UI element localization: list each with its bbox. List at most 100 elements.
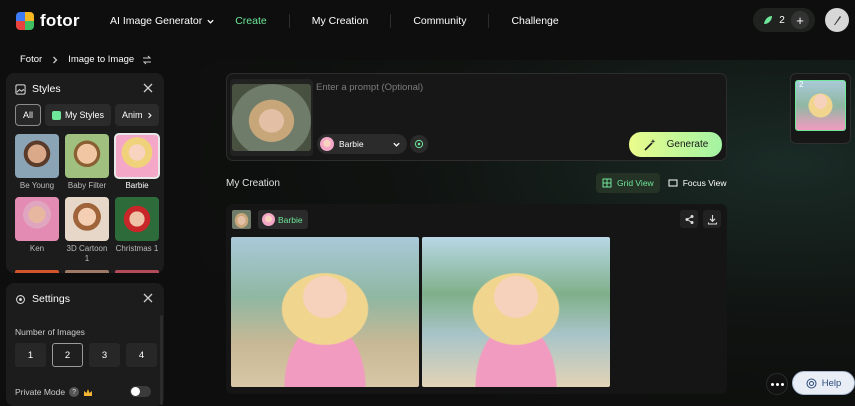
- grid-icon: [602, 178, 612, 188]
- share-button[interactable]: [680, 210, 698, 228]
- chevron-right-icon: [53, 56, 58, 63]
- close-icon[interactable]: [142, 82, 154, 94]
- style-select[interactable]: Barbie: [317, 134, 407, 154]
- generate-button[interactable]: Generate: [629, 132, 722, 157]
- main-nav: AI Image Generator Create My Creation Co…: [110, 14, 559, 28]
- fotor-logo[interactable]: fotor: [16, 11, 80, 31]
- result-style-tag: Barbie: [258, 210, 308, 229]
- prompt-input[interactable]: [316, 80, 716, 94]
- style-item-baby-filter[interactable]: Baby Filter: [65, 134, 109, 191]
- share-icon: [685, 214, 693, 224]
- breadcrumb-current[interactable]: Image to Image: [68, 54, 134, 65]
- my-styles-icon: [52, 110, 62, 120]
- style-thumb-partial: [15, 270, 59, 273]
- focus-icon: [668, 179, 678, 187]
- plus-icon[interactable]: +: [791, 11, 809, 29]
- style-label: 3D Cartoon 1: [66, 244, 108, 263]
- question-icon[interactable]: ?: [69, 387, 80, 397]
- chevron-right-icon: [147, 112, 152, 118]
- settings-panel: Settings Number of Images 1 2 3 4 Privat…: [6, 283, 164, 406]
- nav-ai-image-generator-label: AI Image Generator: [110, 15, 203, 27]
- style-item-barbie[interactable]: Barbie: [114, 133, 160, 191]
- tab-anime[interactable]: Anim: [115, 104, 160, 126]
- logo-text: fotor: [40, 11, 80, 30]
- style-label: Be Young: [19, 181, 55, 190]
- account-area: 2 +: [753, 8, 815, 32]
- tab-my-styles[interactable]: My Styles: [45, 104, 112, 126]
- private-mode-toggle[interactable]: [130, 386, 151, 397]
- nav-my-creation[interactable]: My Creation: [312, 15, 369, 27]
- help-button[interactable]: Help: [792, 371, 855, 395]
- style-settings-button[interactable]: [410, 135, 428, 153]
- nav-divider: [488, 14, 490, 28]
- style-item-ken[interactable]: Ken: [15, 197, 59, 264]
- toggle-knob: [131, 387, 140, 396]
- nav-create[interactable]: Create: [235, 15, 267, 27]
- style-thumb: [115, 197, 159, 241]
- number-of-images-label: Number of Images: [15, 327, 85, 337]
- grid-view-label: Grid View: [617, 178, 654, 188]
- styles-grid: Be Young Baby Filter Barbie Ken 3D Carto…: [15, 133, 160, 264]
- reference-image[interactable]: [232, 84, 311, 151]
- style-item-3d-cartoon-1[interactable]: 3D Cartoon 1: [65, 197, 109, 264]
- style-thumb: [114, 133, 160, 179]
- focus-view-button[interactable]: Focus View: [662, 173, 733, 193]
- left-panel-scrollbar[interactable]: [160, 315, 163, 405]
- number-option-4[interactable]: 4: [126, 343, 157, 367]
- breadcrumb-root[interactable]: Fotor: [20, 54, 42, 65]
- styles-tabs: All My Styles Anim: [15, 104, 160, 126]
- style-chip-thumb: [320, 137, 334, 151]
- settings-icon: [16, 294, 25, 304]
- target-icon: [414, 139, 424, 149]
- style-thumb: [65, 134, 109, 178]
- close-icon[interactable]: [142, 292, 154, 304]
- nav-community[interactable]: Community: [413, 15, 466, 27]
- history-count: 2: [799, 80, 804, 89]
- result-style-thumb: [262, 213, 275, 226]
- style-label: Barbie: [125, 181, 149, 190]
- styles-panel: Styles All My Styles Anim Be Young Baby …: [6, 73, 164, 273]
- result-source-thumb[interactable]: [232, 210, 251, 229]
- leaf-icon: [764, 16, 772, 24]
- style-thumb-partial: [115, 270, 159, 273]
- history-rail: 2: [790, 73, 851, 144]
- quill-icon: [834, 16, 841, 25]
- magic-wand-icon: [644, 138, 656, 151]
- nav-challenge[interactable]: Challenge: [511, 15, 558, 27]
- style-thumb: [65, 197, 109, 241]
- style-item-christmas-1[interactable]: Christmas 1: [115, 197, 159, 264]
- style-thumb: [15, 134, 59, 178]
- download-icon: [707, 214, 717, 225]
- styles-grid-more: [15, 270, 159, 273]
- help-label: Help: [821, 377, 842, 389]
- number-option-3[interactable]: 3: [89, 343, 120, 367]
- result-image-2[interactable]: [422, 237, 610, 387]
- styles-header: Styles: [15, 83, 61, 95]
- credits-count: 2: [779, 14, 785, 26]
- more-options-button[interactable]: [766, 373, 788, 395]
- avatar[interactable]: [825, 8, 849, 32]
- credits-button[interactable]: 2 +: [753, 8, 815, 32]
- grid-view-button[interactable]: Grid View: [596, 173, 660, 193]
- nav-ai-image-generator[interactable]: AI Image Generator: [110, 15, 215, 27]
- nav-divider: [288, 14, 290, 28]
- crown-icon: [84, 388, 93, 396]
- generate-label: Generate: [666, 139, 709, 150]
- download-button[interactable]: [703, 210, 721, 228]
- style-label: Christmas 1: [115, 244, 159, 253]
- result-image-1[interactable]: [231, 237, 419, 387]
- help-icon: [806, 378, 817, 388]
- prompt-box: Barbie Generate: [226, 73, 727, 161]
- tab-my-styles-label: My Styles: [65, 110, 105, 120]
- number-option-1[interactable]: 1: [15, 343, 46, 367]
- style-label: Ken: [29, 244, 45, 253]
- tab-all[interactable]: All: [15, 104, 42, 126]
- style-item-be-young[interactable]: Be Young: [15, 134, 59, 191]
- number-option-2[interactable]: 2: [52, 343, 83, 367]
- settings-header: Settings: [15, 293, 70, 305]
- logo-mark-icon: [16, 12, 34, 30]
- left-panel: Styles All My Styles Anim Be Young Baby …: [6, 73, 164, 406]
- settings-title: Settings: [32, 293, 70, 305]
- style-select-label: Barbie: [339, 139, 364, 149]
- swap-icon[interactable]: [142, 55, 152, 65]
